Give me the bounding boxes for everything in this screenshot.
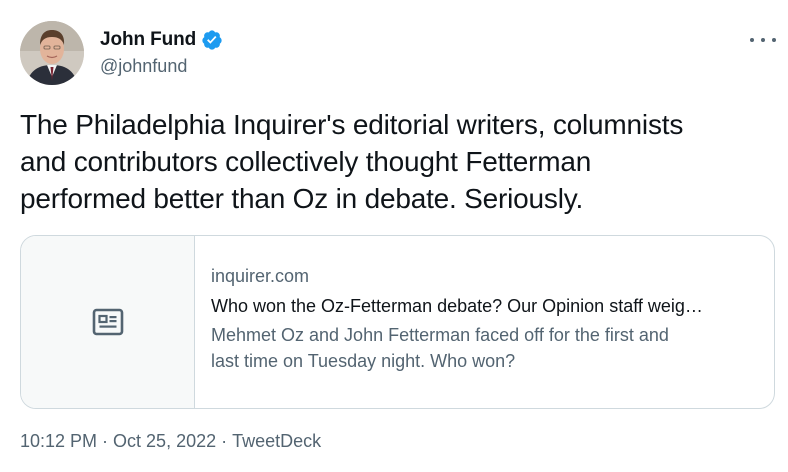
- author-name-row: John Fund: [100, 28, 223, 52]
- tweet-embed: John Fund @johnfund The Philadelphia Inq…: [0, 0, 788, 472]
- dot: [761, 38, 765, 42]
- author-handle[interactable]: @johnfund: [100, 56, 187, 77]
- card-body: inquirer.com Who won the Oz-Fetterman de…: [195, 236, 774, 408]
- tweet-meta: 10:12 PM · Oct 25, 2022 · TweetDeck: [20, 431, 321, 452]
- tweet-text: The Philadelphia Inquirer's editorial wr…: [20, 106, 780, 217]
- link-preview-card[interactable]: inquirer.com Who won the Oz-Fetterman de…: [20, 235, 775, 409]
- card-media: [21, 236, 195, 408]
- tweet-text-line: and contributors collectively thought Fe…: [20, 146, 592, 177]
- avatar[interactable]: [20, 21, 84, 85]
- tweet-text-line: performed better than Oz in debate. Seri…: [20, 183, 584, 214]
- card-description: Mehmet Oz and John Fetterman faced off f…: [211, 322, 751, 374]
- author-display-name[interactable]: John Fund: [100, 29, 196, 51]
- card-description-line: Mehmet Oz and John Fetterman faced off f…: [211, 325, 669, 345]
- tweet-source[interactable]: TweetDeck: [232, 431, 321, 452]
- card-description-line: last time on Tuesday night. Who won?: [211, 351, 516, 371]
- profile-photo: [20, 21, 84, 85]
- dot: [772, 38, 776, 42]
- meta-separator: ·: [216, 431, 233, 451]
- tweet-date[interactable]: Oct 25, 2022: [113, 431, 216, 452]
- more-horizontal-icon[interactable]: [750, 30, 776, 50]
- verified-badge-icon: [201, 29, 223, 51]
- meta-separator: ·: [97, 431, 114, 451]
- article-icon: [92, 308, 123, 336]
- card-domain: inquirer.com: [211, 266, 310, 286]
- tweet-text-line: The Philadelphia Inquirer's editorial wr…: [20, 109, 684, 140]
- card-title: Who won the Oz-Fetterman debate? Our Opi…: [211, 296, 703, 316]
- tweet-time[interactable]: 10:12 PM: [20, 431, 97, 452]
- dot: [750, 38, 754, 42]
